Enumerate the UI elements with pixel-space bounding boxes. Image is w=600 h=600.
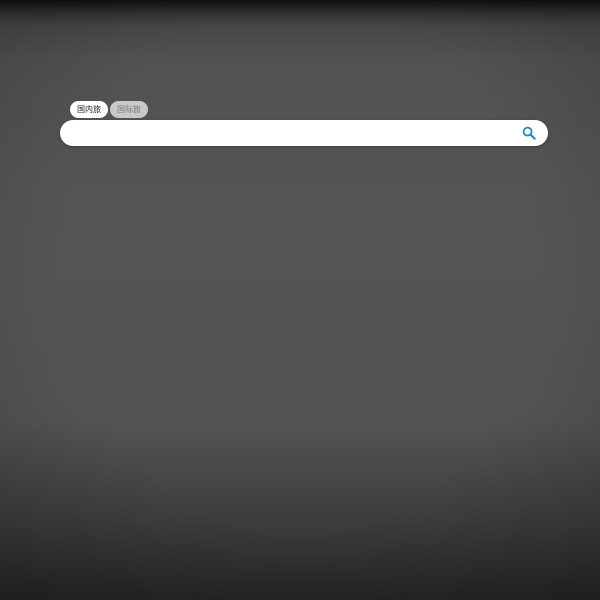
background-vignette: [0, 0, 600, 600]
search-input[interactable]: [74, 120, 504, 146]
search-tabs: 国内旅 国际旅: [70, 101, 148, 118]
tab-international-travel[interactable]: 国际旅: [110, 101, 148, 118]
search-icon: [522, 126, 536, 140]
tab-domestic-travel[interactable]: 国内旅: [70, 101, 108, 118]
search-bar: [60, 120, 548, 146]
search-button[interactable]: [520, 124, 538, 142]
